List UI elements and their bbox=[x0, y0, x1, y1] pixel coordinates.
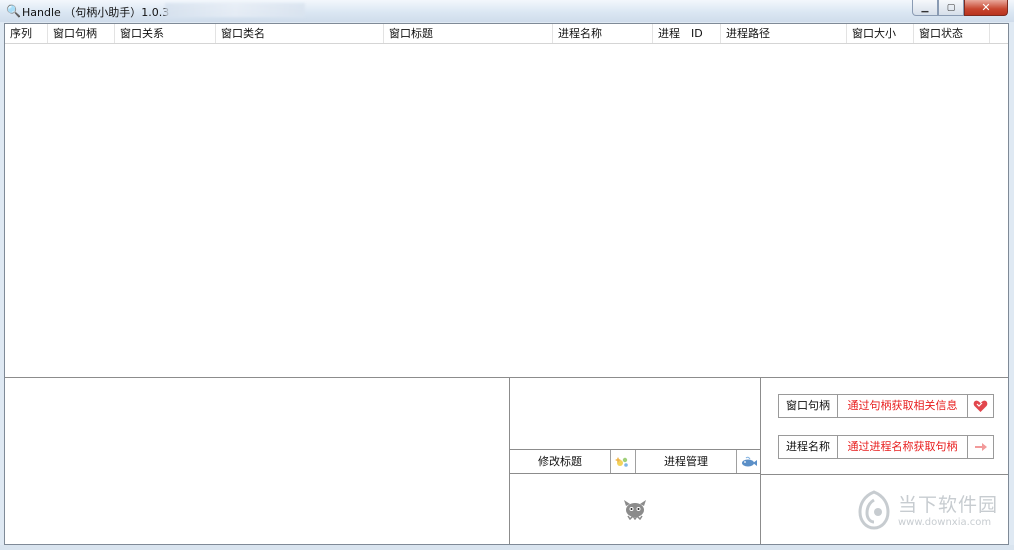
window-controls: ▁ ▢ ✕ bbox=[912, 0, 1008, 16]
sparkle-icon[interactable] bbox=[611, 450, 636, 473]
watermark-text: 当下软件园 bbox=[898, 494, 999, 516]
blurred-title-area bbox=[165, 3, 305, 17]
watermark-url: www.downxia.com bbox=[898, 517, 992, 528]
maximize-button[interactable]: ▢ bbox=[938, 0, 964, 16]
minimize-icon: ▁ bbox=[921, 2, 929, 13]
handle-lookup-row: 窗口句柄 通过句柄获取相关信息 bbox=[778, 394, 994, 418]
ghost-icon bbox=[622, 498, 648, 521]
column-header-window-size[interactable]: 窗口大小 bbox=[847, 24, 914, 43]
watermark: 当下软件园 www.downxia.com bbox=[856, 488, 999, 534]
edit-title-button[interactable]: 修改标题 bbox=[510, 450, 611, 473]
fish-icon[interactable] bbox=[737, 450, 760, 473]
column-header-window-state[interactable]: 窗口状态 bbox=[914, 24, 990, 43]
list-header: 序列 窗口句柄 窗口关系 窗口类名 窗口标题 进程名称 进程 ID 进程路径 窗… bbox=[5, 24, 1008, 44]
main-client-area: 序列 窗口句柄 窗口关系 窗口类名 窗口标题 进程名称 进程 ID 进程路径 窗… bbox=[4, 23, 1009, 545]
get-info-by-handle-button[interactable]: 通过句柄获取相关信息 bbox=[838, 395, 968, 417]
panel-divider bbox=[761, 474, 1008, 475]
handle-label: 窗口句柄 bbox=[779, 395, 838, 417]
column-header-process-name[interactable]: 进程名称 bbox=[553, 24, 653, 43]
window-bottom-edge bbox=[0, 545, 1014, 550]
process-label: 进程名称 bbox=[779, 436, 838, 458]
column-header-class[interactable]: 窗口类名 bbox=[216, 24, 384, 43]
column-header-index[interactable]: 序列 bbox=[5, 24, 48, 43]
column-header-process-id[interactable]: 进程 ID bbox=[653, 24, 721, 43]
title-bar: 🔍 Handle （句柄小助手）1.0.3 ▁ ▢ ✕ bbox=[0, 0, 1014, 22]
process-management-button[interactable]: 进程管理 bbox=[636, 450, 737, 473]
heart-icon[interactable] bbox=[968, 395, 993, 417]
process-lookup-row: 进程名称 通过进程名称获取句柄 bbox=[778, 435, 994, 459]
tools-button-row: 修改标题 进程管理 bbox=[510, 449, 760, 474]
close-button[interactable]: ✕ bbox=[964, 0, 1008, 16]
watermark-logo-icon bbox=[858, 490, 890, 530]
arrow-icon[interactable] bbox=[968, 436, 993, 458]
magnifier-icon: 🔍 bbox=[6, 4, 21, 18]
window-title: Handle （句柄小助手）1.0.3 bbox=[22, 6, 170, 19]
minimize-button[interactable]: ▁ bbox=[912, 0, 938, 16]
info-text-panel[interactable] bbox=[5, 378, 510, 544]
column-header-title[interactable]: 窗口标题 bbox=[384, 24, 553, 43]
column-header-handle[interactable]: 窗口句柄 bbox=[48, 24, 115, 43]
get-handle-by-process-button[interactable]: 通过进程名称获取句柄 bbox=[838, 436, 968, 458]
close-icon: ✕ bbox=[981, 1, 991, 14]
column-header-process-path[interactable]: 进程路径 bbox=[721, 24, 847, 43]
maximize-icon: ▢ bbox=[946, 2, 956, 13]
window-list[interactable]: 序列 窗口句柄 窗口关系 窗口类名 窗口标题 进程名称 进程 ID 进程路径 窗… bbox=[5, 24, 1008, 378]
tools-panel: 修改标题 进程管理 bbox=[510, 378, 761, 544]
column-header-relation[interactable]: 窗口关系 bbox=[115, 24, 216, 43]
